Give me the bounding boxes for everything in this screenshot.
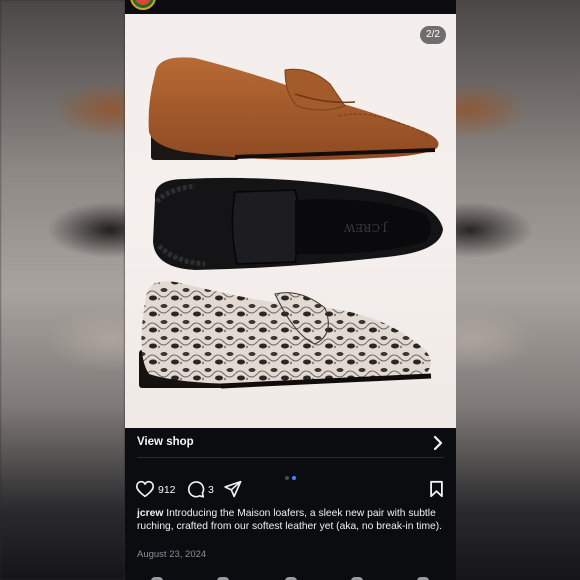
blurred-backdrop-right xyxy=(455,0,580,580)
divider xyxy=(137,457,444,458)
caption-username[interactable]: jcrew xyxy=(137,508,163,519)
caption-text: Introducing the Maison loafers, a sleek … xyxy=(137,508,443,532)
loafers-photo: J.CREW xyxy=(139,57,443,389)
insole-brand-mark: J.CREW xyxy=(343,221,388,234)
black-loafer: J.CREW xyxy=(153,177,443,270)
blurred-backdrop-left xyxy=(0,0,125,580)
view-shop-bar[interactable]: View shop xyxy=(125,428,456,458)
bookmark-icon[interactable] xyxy=(429,480,444,498)
view-shop-label: View shop xyxy=(137,436,194,448)
bottom-nav-peek xyxy=(125,574,456,580)
tan-loafer xyxy=(148,57,439,160)
action-bar: 912 3 xyxy=(125,478,456,504)
post-header xyxy=(125,0,456,14)
like-count[interactable]: 912 xyxy=(158,484,176,496)
comment-bubble-icon[interactable] xyxy=(186,480,205,498)
post-caption: jcrew Introducing the Maison loafers, a … xyxy=(137,508,447,534)
profile-avatar[interactable] xyxy=(130,0,156,10)
image-counter-badge: 2/2 xyxy=(420,26,446,44)
post-date: August 23, 2024 xyxy=(137,549,207,560)
snakeskin-loafer xyxy=(139,281,432,389)
send-icon[interactable] xyxy=(223,480,242,498)
instagram-post: J.CREW 2/2 View shop 912 3 jcrew Introdu… xyxy=(125,0,456,580)
heart-icon[interactable] xyxy=(135,480,155,498)
comment-count[interactable]: 3 xyxy=(208,484,214,496)
post-image[interactable]: J.CREW 2/2 xyxy=(125,14,456,428)
chevron-right-icon xyxy=(433,435,443,451)
